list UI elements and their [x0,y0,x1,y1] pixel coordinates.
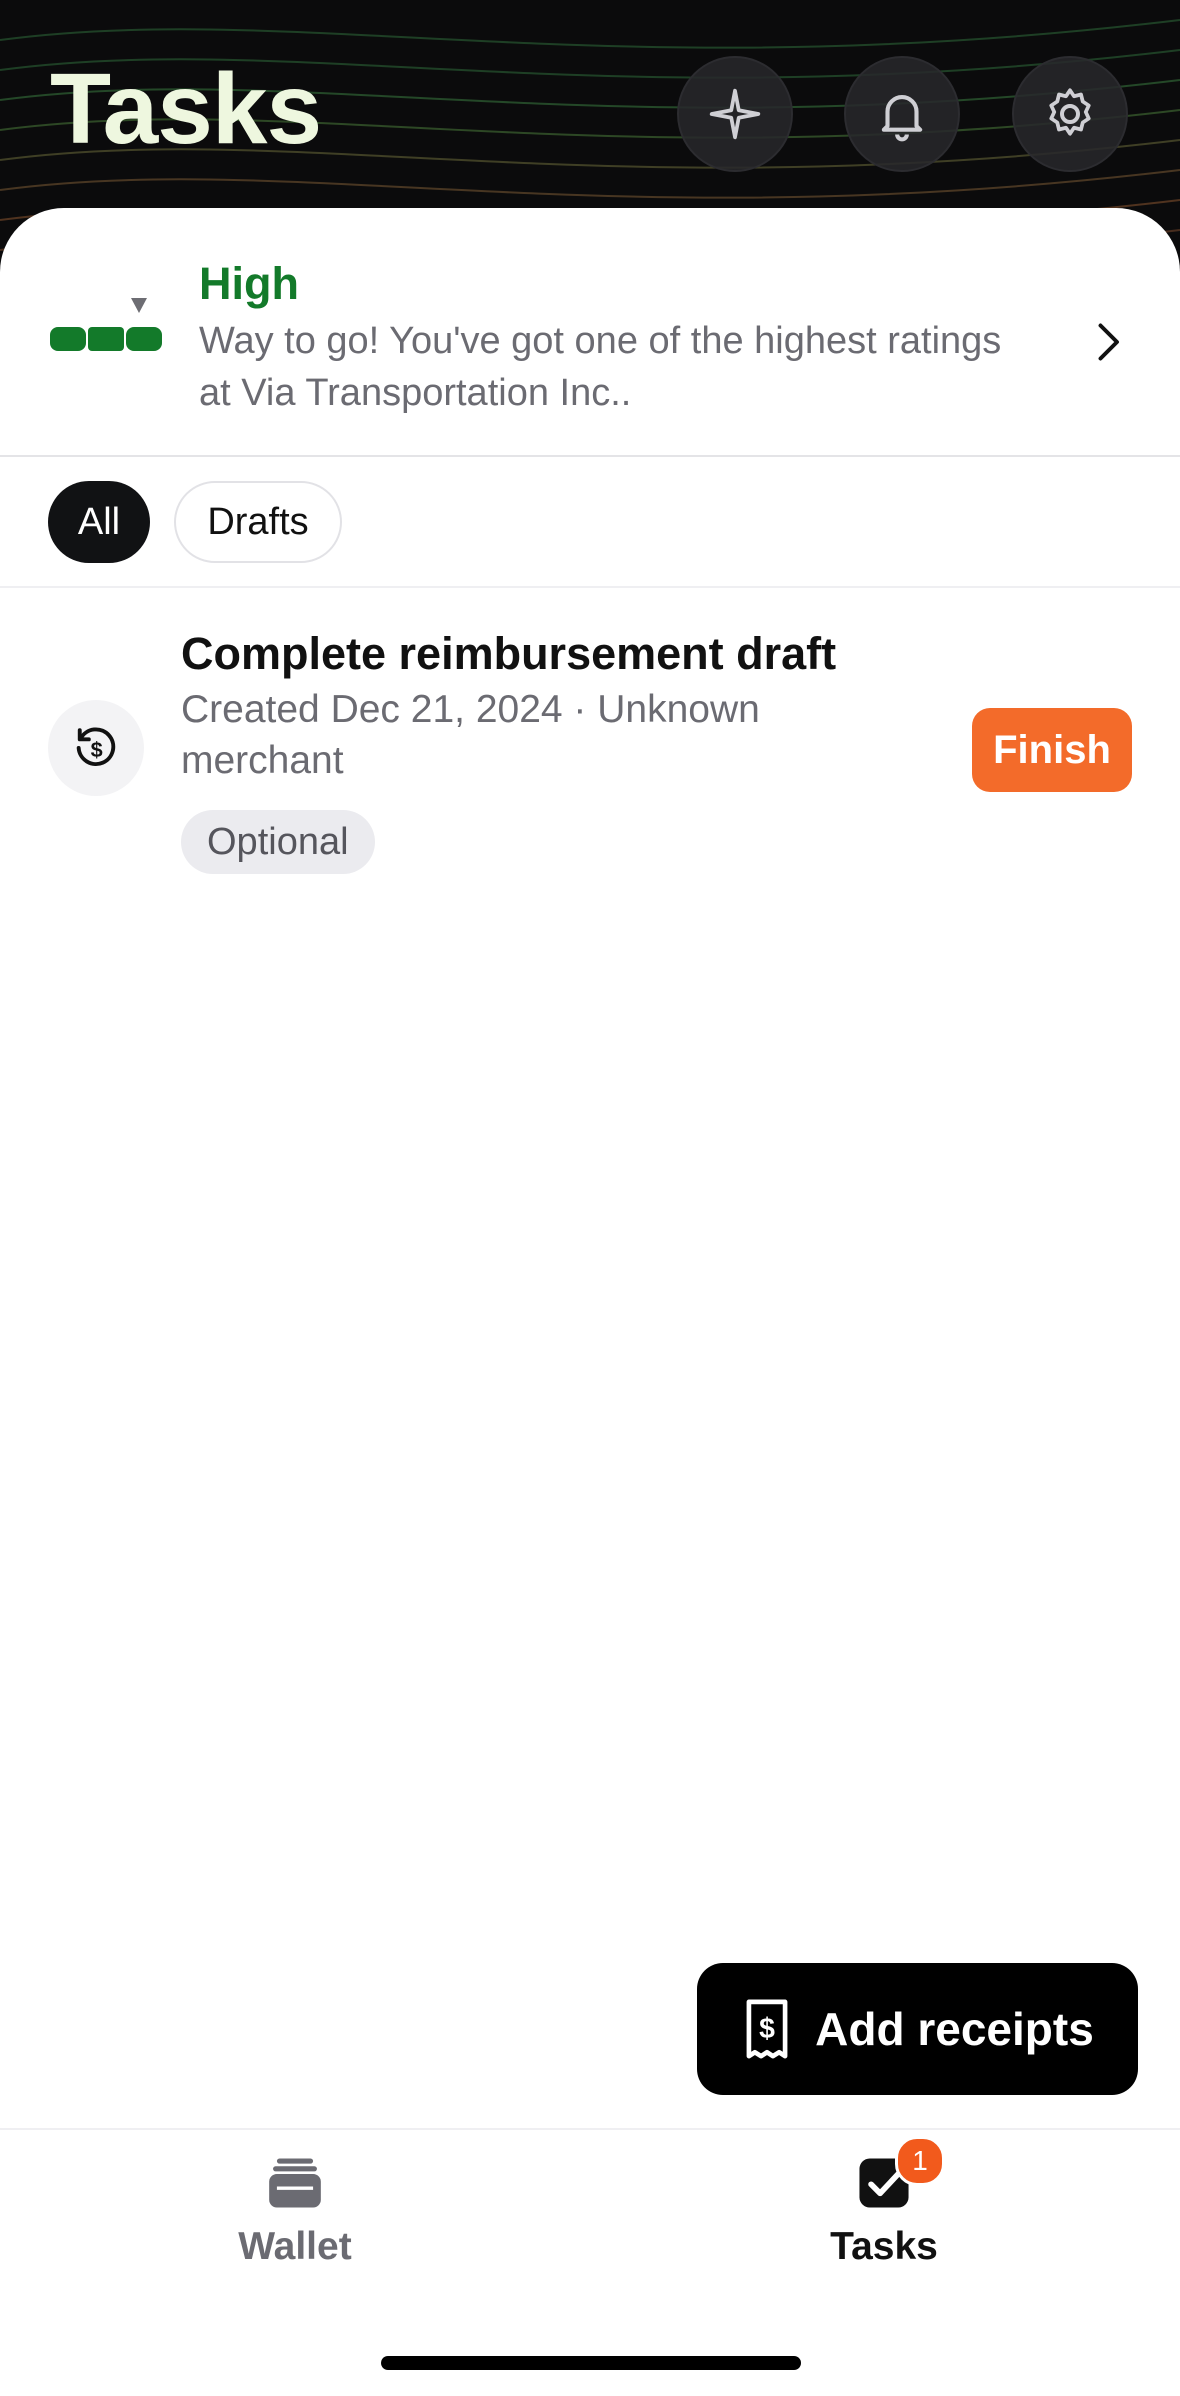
task-title: Complete reimbursement draft [181,628,837,679]
chevron-right-icon[interactable] [1090,318,1126,366]
sparkle-icon [709,88,761,140]
page-title: Tasks [50,53,322,165]
svg-text:$: $ [759,2013,775,2045]
settings-button[interactable] [1012,56,1128,172]
divider [0,586,1180,588]
receipt-icon: $ [746,1999,788,2059]
tab-tasks[interactable]: Tasks [784,2152,984,2269]
bell-icon [881,95,923,142]
task-icon: $ [48,700,144,796]
svg-text:$: $ [91,737,103,762]
tab-wallet-label: Wallet [238,2225,352,2268]
divider [0,2128,1180,2130]
task-tag: Optional [181,810,375,874]
task-subtitle: Created Dec 21, 2024 · Unknown merchant [181,688,760,782]
filter-chip-drafts[interactable]: Drafts [174,481,342,563]
dollar-history-icon: $ [76,727,116,766]
rating-level: High [199,258,299,309]
sparkle-button[interactable] [677,56,793,172]
finish-button[interactable]: Finish [972,708,1132,792]
tasks-badge: 1 [895,2136,945,2186]
home-indicator [381,2356,801,2370]
notifications-button[interactable] [844,56,960,172]
rating-meter-icon [50,298,162,351]
rating-message: Way to go! You've got one of the highest… [199,320,1002,414]
divider [0,455,1180,457]
add-receipts-label: Add receipts [815,2003,1094,2055]
filter-chip-all[interactable]: All [48,481,150,563]
wallet-icon [269,2158,321,2208]
add-receipts-button[interactable]: $ Add receipts [697,1963,1138,2095]
gear-icon [1049,88,1091,136]
tab-tasks-label: Tasks [830,2225,938,2268]
tab-wallet[interactable]: Wallet [195,2152,395,2269]
